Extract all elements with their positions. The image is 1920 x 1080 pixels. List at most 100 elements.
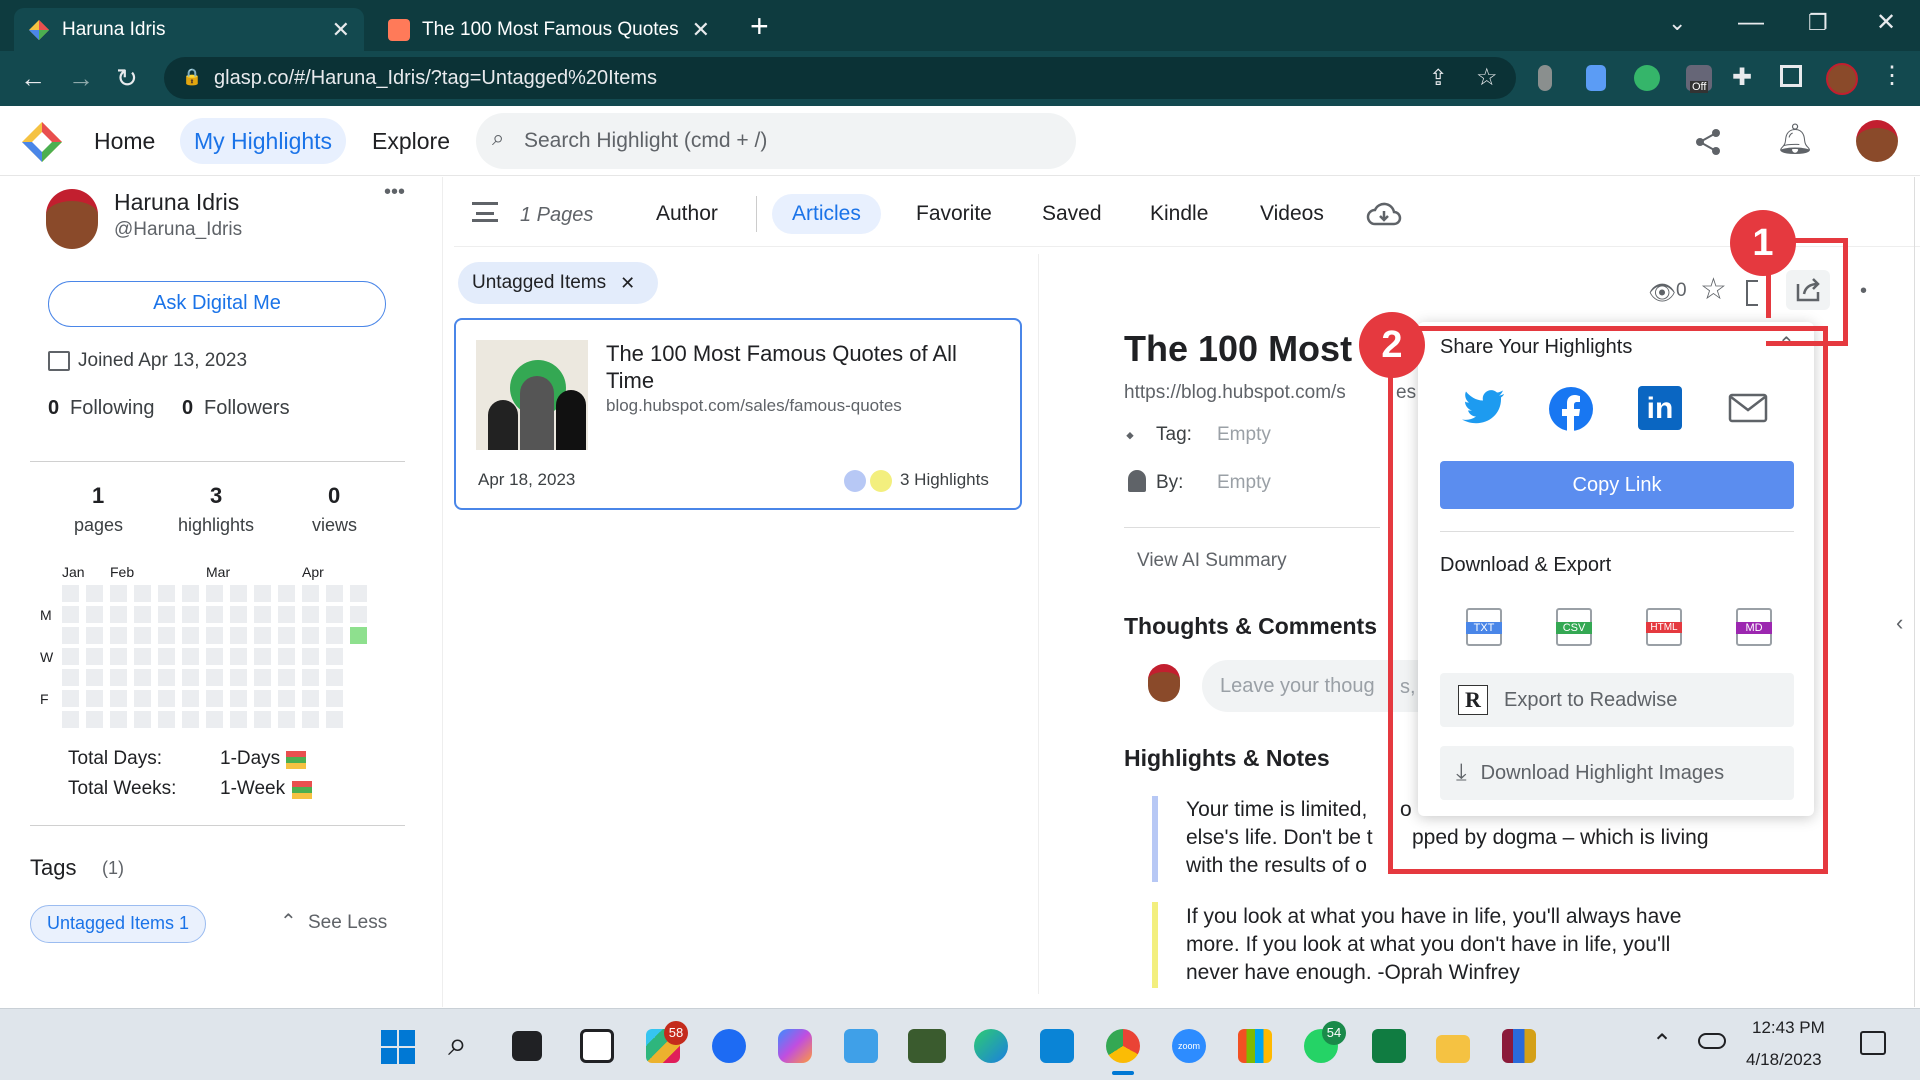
tab-videos[interactable]: Videos — [1240, 194, 1344, 234]
close-tab-icon[interactable]: ✕ — [332, 17, 350, 43]
close-window-icon[interactable]: ✕ — [1876, 8, 1896, 37]
windows-taskbar: ⌕ 58 zoom 54 ⌃ 12:43 PM 4/18/2023 — [0, 1008, 1920, 1080]
vscode-icon[interactable] — [1040, 1029, 1074, 1063]
clock-date[interactable]: 4/18/2023 — [1746, 1050, 1822, 1070]
extension-docs-icon[interactable] — [1586, 65, 1606, 91]
tab-author[interactable]: Author — [636, 194, 738, 234]
store-icon[interactable] — [1238, 1029, 1272, 1063]
activity-cell — [182, 627, 199, 644]
excel-icon[interactable] — [1372, 1029, 1406, 1063]
nav-home[interactable]: Home — [80, 118, 169, 164]
tab-kindle[interactable]: Kindle — [1130, 194, 1228, 234]
minimize-icon[interactable]: — — [1738, 6, 1764, 37]
following-count[interactable]: 0 — [48, 397, 59, 420]
remove-tag-icon[interactable]: ✕ — [620, 273, 635, 294]
onedrive-cloud-icon[interactable] — [1698, 1033, 1726, 1049]
see-less-link[interactable]: See Less — [308, 912, 387, 934]
weekday-label: F — [40, 691, 49, 707]
edge-icon[interactable] — [974, 1029, 1008, 1063]
tab-saved[interactable]: Saved — [1022, 194, 1122, 234]
highlight-text[interactable]: with the results of o — [1186, 854, 1367, 878]
widgets-icon[interactable] — [580, 1029, 614, 1063]
profile-more-icon[interactable]: ••• — [384, 181, 405, 204]
ask-digital-me-button[interactable]: Ask Digital Me — [48, 281, 386, 327]
side-panel-icon[interactable] — [1780, 65, 1802, 87]
activity-cell — [350, 627, 367, 644]
winrar-icon[interactable] — [1502, 1029, 1536, 1063]
tray-chevron-up-icon[interactable]: ⌃ — [1652, 1029, 1672, 1058]
forward-icon[interactable]: → — [68, 63, 94, 93]
game-icon[interactable] — [908, 1029, 946, 1063]
active-tag-chip[interactable]: Untagged Items ✕ — [458, 262, 658, 304]
extension-grammar-icon[interactable] — [1634, 65, 1660, 91]
back-icon[interactable]: ← — [20, 63, 46, 93]
nav-my-highlights[interactable]: My Highlights — [180, 118, 347, 164]
pages-count: 1 Pages — [520, 204, 594, 226]
notification-center-icon[interactable] — [1860, 1031, 1886, 1055]
chrome-icon[interactable] — [1106, 1029, 1140, 1063]
by-value[interactable]: Empty — [1217, 472, 1271, 494]
month-label: Apr — [302, 564, 324, 580]
highlight-text[interactable]: more. If you look at what you don't have… — [1186, 933, 1670, 957]
tab-favorite[interactable]: Favorite — [896, 194, 1012, 234]
activity-cell — [230, 627, 247, 644]
tag-chip-untagged[interactable]: Untagged Items 1 — [30, 905, 206, 943]
cloud-download-icon[interactable] — [1366, 200, 1402, 228]
clock-time[interactable]: 12:43 PM — [1752, 1018, 1825, 1038]
article-url[interactable]: https://blog.hubspot.com/s — [1124, 382, 1346, 404]
zoom-icon[interactable]: zoom — [1172, 1029, 1206, 1063]
reload-icon[interactable]: ↻ — [116, 63, 138, 93]
activity-cell — [158, 669, 175, 686]
tab-famous-quotes[interactable]: The 100 Most Famous Quotes of ✕ — [374, 8, 724, 51]
restore-icon[interactable]: ❐ — [1808, 10, 1828, 36]
highlight-text[interactable]: If you look at what you have in life, yo… — [1186, 905, 1681, 929]
activity-cell — [110, 606, 127, 623]
tab-haruna-idris[interactable]: Haruna Idris ✕ — [14, 8, 364, 51]
highlight-text[interactable]: Your time is limited, — [1186, 798, 1367, 822]
tag-value[interactable]: Empty — [1217, 424, 1271, 446]
url-bar[interactable]: 🔒 glasp.co/#/Haruna_Idris/?tag=Untagged%… — [164, 57, 1516, 99]
followers-label[interactable]: Followers — [204, 397, 290, 420]
profile-avatar[interactable] — [1826, 63, 1858, 95]
nav-explore[interactable]: Explore — [358, 118, 464, 164]
taskbar-search-icon[interactable]: ⌕ — [448, 1025, 467, 1064]
highlight-bar-blue — [1152, 796, 1158, 882]
view-ai-summary-link[interactable]: View AI Summary — [1137, 550, 1287, 572]
bookmark-icon[interactable] — [1746, 280, 1758, 306]
collapse-panel-icon[interactable]: ‹ — [1896, 610, 1903, 636]
share-page-icon[interactable]: ⇪ — [1429, 65, 1447, 91]
activity-cell — [230, 648, 247, 665]
article-card[interactable]: The 100 Most Famous Quotes of All Time b… — [454, 318, 1022, 510]
highlight-text[interactable]: else's life. Don't be t — [1186, 826, 1373, 850]
browser-menu-icon[interactable]: ⋮ — [1880, 61, 1904, 90]
share-icon[interactable] — [1694, 128, 1722, 156]
tab-search-icon[interactable]: ⌄ — [1668, 10, 1686, 36]
search-input[interactable]: ⌕ Search Highlight (cmd + /) — [476, 113, 1076, 169]
extension-off-icon[interactable]: Off — [1686, 65, 1712, 93]
activity-cell — [134, 606, 151, 623]
copilot-icon[interactable] — [778, 1029, 812, 1063]
chevron-up-icon[interactable]: ⌃ — [280, 909, 297, 934]
task-view-icon[interactable] — [512, 1031, 542, 1061]
notepad-icon[interactable] — [844, 1029, 878, 1063]
active-app-indicator — [1112, 1071, 1134, 1075]
app-blue-circle-icon[interactable] — [712, 1029, 746, 1063]
highlight-text[interactable]: never have enough. -Oprah Winfrey — [1186, 961, 1520, 985]
followers-count[interactable]: 0 — [182, 397, 193, 420]
tab-articles[interactable]: Articles — [772, 194, 881, 234]
windows-start-icon[interactable] — [380, 1029, 416, 1065]
notifications-bell-icon[interactable]: 🔔︎ — [1776, 122, 1814, 157]
favorite-star-icon[interactable]: ☆ — [1700, 272, 1727, 307]
activity-cell — [278, 585, 295, 602]
following-label[interactable]: Following — [70, 397, 154, 420]
card-title[interactable]: The 100 Most Famous Quotes of All Time — [606, 340, 986, 394]
user-avatar[interactable] — [1856, 120, 1898, 162]
close-tab-icon[interactable]: ✕ — [692, 17, 710, 43]
bookmark-star-icon[interactable]: ☆ — [1476, 63, 1498, 92]
glasp-logo[interactable] — [20, 120, 64, 164]
file-explorer-icon[interactable] — [1436, 1035, 1470, 1063]
extensions-puzzle-icon[interactable]: ✚ — [1732, 63, 1752, 92]
new-tab-icon[interactable]: + — [750, 8, 769, 45]
more-dot-icon[interactable]: • — [1860, 280, 1867, 303]
extension-icon[interactable] — [1538, 65, 1552, 91]
